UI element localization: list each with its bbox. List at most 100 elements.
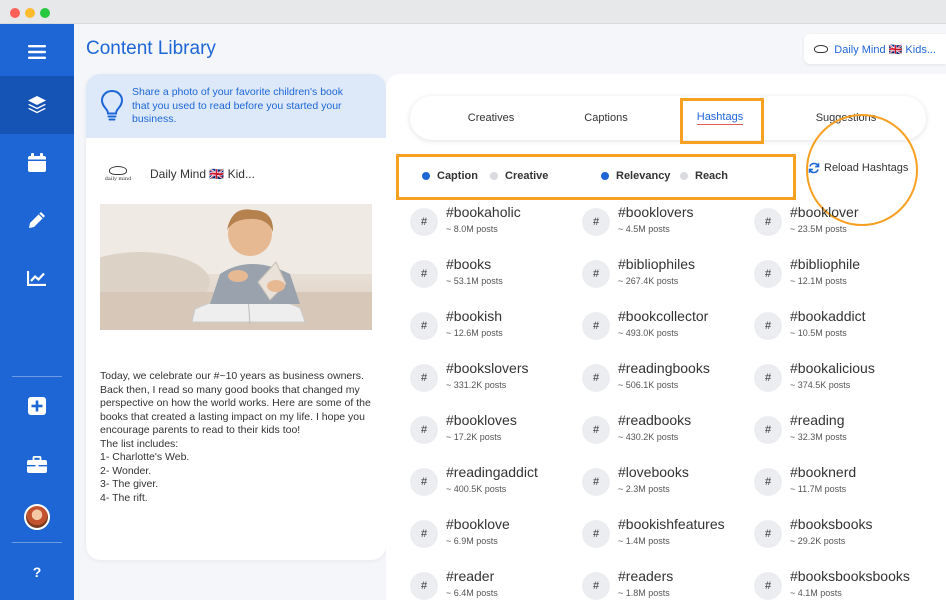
account-label: Daily Mind 🇬🇧 Kids... [834,43,936,56]
brand-logo-text: daily mind [104,176,132,182]
radio-selected-icon [422,172,430,180]
hashtag-item[interactable]: # #booksbooks ~ 29.2K posts [754,516,924,556]
hashtag-name: #booklove [446,516,510,532]
hashtag-item[interactable]: # #lovebooks ~ 2.3M posts [582,464,752,504]
cloud-icon [109,166,127,175]
hashtag-item[interactable]: # #bookslovers ~ 331.2K posts [410,360,580,400]
hash-icon: # [410,208,438,236]
tab-label: Creatives [467,112,515,124]
hashtag-item[interactable]: # #bookloves ~ 17.2K posts [410,412,580,452]
hashtag-post-count: ~ 53.1M posts [446,276,503,286]
hashtag-item[interactable]: # #booksbooksbooks ~ 4.1M posts [754,568,924,600]
hashtag-item[interactable]: # #bookalicious ~ 374.5K posts [754,360,924,400]
hashtag-item[interactable]: # #readingbooks ~ 506.1K posts [582,360,752,400]
post-author: daily mind Daily Mind 🇬🇧 Kid... [100,160,255,188]
help-button[interactable]: ? [0,544,74,600]
radio-selected-icon [601,172,609,180]
hashtag-name: #bookalicious [790,360,875,376]
hashtag-item[interactable]: # #readingaddict ~ 400.5K posts [410,464,580,504]
sidebar-item-content-library[interactable] [0,76,74,134]
hashtag-name: #booklover [790,204,859,220]
hashtag-item[interactable]: # #bookcollector ~ 493.0K posts [582,308,752,348]
hashtag-item[interactable]: # #bookaddict ~ 10.5M posts [754,308,924,348]
tab-captions[interactable]: Captions [566,96,646,140]
hashtag-post-count: ~ 8.0M posts [446,224,498,234]
hashtag-item[interactable]: # #booknerd ~ 11.7M posts [754,464,924,504]
hashtag-name: #readbooks [618,412,692,428]
menu-button[interactable] [0,24,74,80]
idea-text: Share a photo of your favorite children'… [132,86,343,125]
hashtag-item[interactable]: # #reader ~ 6.4M posts [410,568,580,600]
main-area: Content Library Daily Mind 🇬🇧 Kids... Sh… [74,24,946,600]
hashtag-name: #bibliophile [790,256,861,272]
reload-hashtags-button[interactable]: Reload Hashtags [808,162,908,174]
hash-icon: # [410,416,438,444]
hashtag-post-count: ~ 2.3M posts [618,484,670,494]
hashtag-item[interactable]: # #readbooks ~ 430.2K posts [582,412,752,452]
hash-icon: # [410,260,438,288]
post-caption: Today, we celebrate our #~10 years as bu… [100,370,371,504]
hashtag-post-count: ~ 23.5M posts [790,224,847,234]
hash-icon: # [754,572,782,600]
hash-icon: # [582,208,610,236]
sidebar-item-add[interactable] [0,378,74,434]
hamburger-menu-icon [28,45,46,59]
brand-name: Daily Mind 🇬🇧 Kid... [150,167,255,181]
hash-icon: # [582,468,610,496]
hashtag-name: #readers [618,568,674,584]
filter-label: Caption [437,170,478,182]
hashtag-filters: Caption Creative Relevancy Reach [408,159,792,195]
radio-unselected-icon [680,172,688,180]
hashtag-item[interactable]: # #bibliophile ~ 12.1M posts [754,256,924,296]
plus-square-icon [28,397,46,415]
hashtag-item[interactable]: # #booklovers ~ 4.5M posts [582,204,752,244]
filter-reach[interactable]: Reach [680,170,728,182]
account-switcher[interactable]: Daily Mind 🇬🇧 Kids... [804,34,946,64]
filter-label: Creative [505,170,549,182]
hashtag-name: #readingbooks [618,360,710,376]
hashtag-post-count: ~ 6.9M posts [446,536,498,546]
minimize-window-button[interactable] [25,8,35,18]
hash-icon: # [754,416,782,444]
hashtag-post-count: ~ 374.5K posts [790,380,851,390]
hashtag-item[interactable]: # #books ~ 53.1M posts [410,256,580,296]
hashtag-item[interactable]: # #reading ~ 32.3M posts [754,412,924,452]
tab-label: Captions [584,112,628,124]
sidebar-item-edit[interactable] [0,192,74,248]
maximize-window-button[interactable] [40,8,50,18]
hashtag-post-count: ~ 400.5K posts [446,484,507,494]
close-window-button[interactable] [10,8,20,18]
post-preview-card: Share a photo of your favorite children'… [86,74,386,560]
hashtag-item[interactable]: # #bookishfeatures ~ 1.4M posts [582,516,752,556]
filter-caption[interactable]: Caption [422,170,478,182]
hashtag-item[interactable]: # #bookaholic ~ 8.0M posts [410,204,580,244]
hash-icon: # [754,312,782,340]
hash-icon: # [582,364,610,392]
avatar [24,504,50,530]
hash-icon: # [410,364,438,392]
hashtag-name: #bookishfeatures [618,516,725,532]
window-titlebar [0,0,946,24]
lightbulb-icon [100,89,124,121]
filter-creative[interactable]: Creative [490,170,548,182]
hashtag-name: #lovebooks [618,464,689,480]
hashtag-item[interactable]: # #booklover ~ 23.5M posts [754,204,924,244]
hashtag-item[interactable]: # #readers ~ 1.8M posts [582,568,752,600]
reload-label: Reload Hashtags [824,162,909,174]
hashtag-name: #readingaddict [446,464,538,480]
hashtag-item[interactable]: # #bookish ~ 12.6M posts [410,308,580,348]
hash-icon: # [410,572,438,600]
hashtag-item[interactable]: # #booklove ~ 6.9M posts [410,516,580,556]
filter-label: Reach [695,170,729,182]
idea-prompt: Share a photo of your favorite children'… [86,74,386,138]
sidebar-item-calendar[interactable] [0,134,74,190]
hashtag-item[interactable]: # #bibliophiles ~ 267.4K posts [582,256,752,296]
sidebar-item-briefcase[interactable] [0,436,74,492]
hashtag-post-count: ~ 493.0K posts [618,328,679,338]
sidebar-item-analytics[interactable] [0,250,74,306]
tab-creatives[interactable]: Creatives [446,96,536,140]
layers-icon [28,96,46,114]
hashtag-name: #booksbooksbooks [790,568,910,584]
sidebar-item-profile[interactable] [0,489,74,545]
filter-relevancy[interactable]: Relevancy [601,170,670,182]
